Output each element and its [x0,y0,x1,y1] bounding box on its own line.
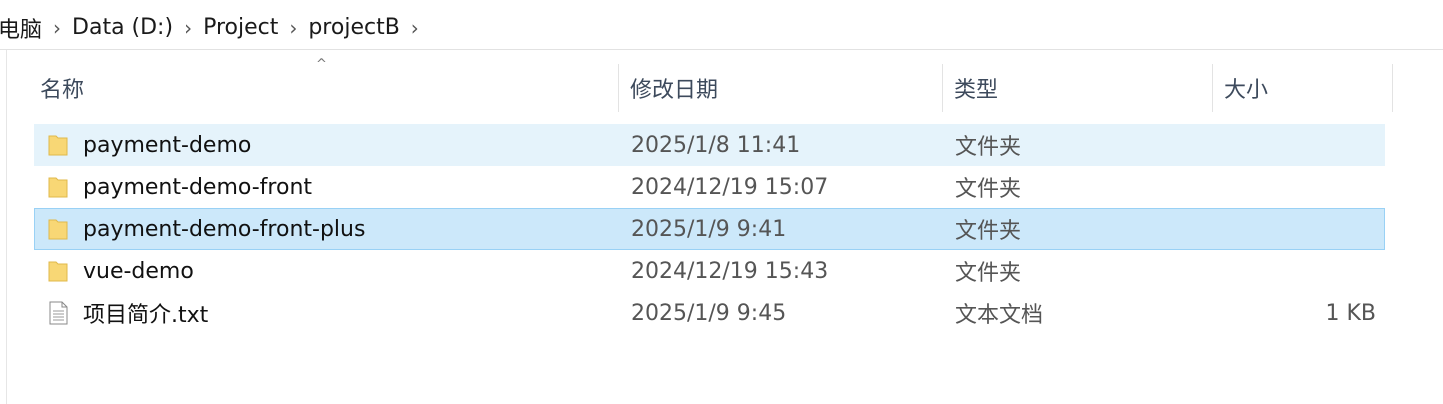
column-header-name[interactable]: 名称 [30,64,618,112]
folder-icon [48,261,68,282]
file-name[interactable]: 项目简介.txt [83,293,208,333]
breadcrumb-item-drive[interactable]: Data (D:) [68,15,177,40]
file-size: 1 KB [1325,300,1376,326]
folder-icon [48,135,68,156]
file-row[interactable]: vue-demo 2024/12/19 15:43 文件夹 [34,250,1385,292]
file-date: 2025/1/8 11:41 [631,132,801,158]
column-divider[interactable] [942,64,943,112]
file-type: 文本文档 [955,303,1044,328]
file-row[interactable]: payment-demo 2025/1/8 11:41 文件夹 [34,124,1385,166]
breadcrumb-item-computer[interactable]: 电脑 [0,12,46,44]
chevron-right-icon[interactable]: › [46,16,68,40]
file-name[interactable]: payment-demo [83,125,251,165]
file-date: 2025/1/9 9:45 [631,300,787,326]
chevron-right-icon[interactable]: › [177,16,199,40]
file-type: 文件夹 [955,135,1022,160]
file-name[interactable]: vue-demo [83,251,194,291]
column-header-date[interactable]: 修改日期 [620,64,942,112]
breadcrumb-item-projectb[interactable]: projectB [304,15,403,40]
file-date: 2025/1/9 9:41 [631,216,787,242]
file-date: 2024/12/19 15:07 [631,174,829,200]
column-divider[interactable] [1212,64,1213,112]
column-header-size[interactable]: 大小 [1214,64,1392,112]
file-row[interactable]: payment-demo-front-plus 2025/1/9 9:41 文件… [34,208,1385,250]
column-header-row: 名称 修改日期 类型 大小 [0,64,1443,112]
file-row[interactable]: payment-demo-front 2024/12/19 15:07 文件夹 [34,166,1385,208]
file-name[interactable]: payment-demo-front-plus [83,209,365,249]
column-divider[interactable] [618,64,619,112]
breadcrumb-item-project[interactable]: Project [199,15,282,40]
chevron-right-icon[interactable]: › [404,16,426,40]
breadcrumb: 电脑 › Data (D:) › Project › projectB › [0,6,1443,50]
folder-icon [48,177,68,198]
file-name[interactable]: payment-demo-front [83,167,312,207]
file-type: 文件夹 [955,261,1022,286]
file-date: 2024/12/19 15:43 [631,258,829,284]
folder-icon [48,219,68,240]
file-row[interactable]: 项目简介.txt 2025/1/9 9:45 文本文档 1 KB [34,292,1385,334]
column-divider[interactable] [1392,64,1393,112]
chevron-right-icon[interactable]: › [282,16,304,40]
file-type: 文件夹 [955,177,1022,202]
text-file-icon [49,301,68,325]
column-header-type[interactable]: 类型 [944,64,1212,112]
file-type: 文件夹 [955,219,1022,244]
